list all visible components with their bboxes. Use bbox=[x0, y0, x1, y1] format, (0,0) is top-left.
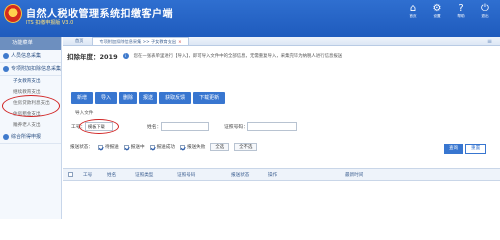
sidebar-group-special-deduction[interactable]: 专项附加扣除信息采集 bbox=[0, 63, 61, 76]
toolbar: 新增 导入 删除 报送 获取反馈 下载更新 bbox=[71, 92, 226, 104]
report-icon bbox=[3, 134, 9, 140]
status-submitting-checkbox[interactable]: 报送中 bbox=[123, 144, 145, 150]
column-name: 姓名 bbox=[107, 173, 117, 178]
get-feedback-button[interactable]: 获取反馈 bbox=[159, 92, 192, 104]
import-notice: 您在一张表单里进行【导入】，即可导入文件中的全部信息，无需重复导入，采集完毕为纳… bbox=[133, 53, 343, 59]
status-pending-checkbox[interactable]: 待报送 bbox=[97, 144, 119, 150]
settings-icon: ⚙ bbox=[432, 3, 442, 14]
exit-icon: ⏻ bbox=[481, 3, 489, 14]
search-button[interactable]: 查询 bbox=[444, 144, 464, 154]
name-field[interactable] bbox=[161, 122, 209, 131]
help-icon: ? bbox=[458, 3, 464, 14]
id-number-field[interactable] bbox=[247, 122, 297, 131]
name-label: 姓名： bbox=[147, 125, 162, 130]
status-failed-checkbox[interactable]: 报送失败 bbox=[179, 144, 205, 150]
reset-button[interactable]: 重置 bbox=[465, 144, 487, 154]
select-all-button[interactable]: 全选 bbox=[210, 143, 230, 151]
sidebar-header: 功能菜单 bbox=[0, 37, 61, 50]
sidebar-item-elderly-support[interactable]: 赡养老人支出 bbox=[0, 120, 61, 131]
app-title: 自然人税收管理系统扣缴客户端 bbox=[26, 9, 173, 20]
status-label: 报送状态： bbox=[70, 145, 93, 150]
period-row: 扣除年度：2019 i 您在一张表单里进行【导入】，即可导入文件中的全部信息，无… bbox=[63, 50, 500, 61]
highlight-oval-template bbox=[79, 119, 119, 134]
table-header: 工号 姓名 证照类型 证照号码 报送状态 操作 最新时间 bbox=[63, 168, 500, 181]
tab-bar: 首页 专项附加扣除信息采集 >> 子女教育支出 × ≡ bbox=[63, 37, 500, 46]
delete-button[interactable]: 删除 bbox=[119, 92, 138, 104]
tab-home[interactable]: 首页 bbox=[69, 37, 89, 45]
close-icon[interactable]: × bbox=[178, 39, 182, 44]
sidebar-item-child-education[interactable]: 子女教育支出 bbox=[0, 76, 61, 87]
status-filter-row: 报送状态： 待报送 报送中 报送成功 报送失败 全选 全不选 bbox=[63, 141, 500, 153]
import-button[interactable]: 导入 bbox=[95, 92, 118, 104]
help-button[interactable]: ? 帮助 bbox=[452, 3, 470, 19]
status-success-checkbox[interactable]: 报送成功 bbox=[149, 144, 175, 150]
download-update-button[interactable]: 下载更新 bbox=[193, 92, 226, 104]
id-number-label: 证照号码： bbox=[224, 125, 248, 130]
app-header: 自然人税收管理系统扣缴客户端 ITS 扣缴申报版 V3.0 ⌂ 首页 ⚙ 设置 … bbox=[0, 0, 500, 37]
tax-emblem-icon bbox=[4, 4, 22, 23]
exit-button[interactable]: ⏻ 退出 bbox=[476, 3, 494, 19]
column-status: 报送状态 bbox=[231, 173, 250, 178]
deduction-icon bbox=[3, 66, 9, 72]
import-file-option[interactable]: 导入文件 bbox=[75, 110, 93, 116]
column-id-type: 证照类型 bbox=[135, 173, 154, 178]
sidebar-group-comprehensive-income[interactable]: 综合所得申报 bbox=[0, 131, 61, 144]
settings-button[interactable]: ⚙ 设置 bbox=[428, 3, 446, 19]
home-button[interactable]: ⌂ 首页 bbox=[404, 3, 422, 19]
info-icon: i bbox=[122, 52, 129, 59]
main-panel: 首页 专项附加扣除信息采集 >> 子女教育支出 × ≡ 扣除年度：2019 i 您… bbox=[63, 37, 500, 219]
submit-button[interactable]: 报送 bbox=[139, 92, 158, 104]
select-none-button[interactable]: 全不选 bbox=[234, 143, 258, 151]
home-icon: ⌂ bbox=[409, 3, 417, 14]
sidebar-group-personnel[interactable]: 人员信息采集 bbox=[0, 50, 61, 63]
tab-menu-icon[interactable]: ≡ bbox=[487, 38, 492, 45]
deduction-year: 扣除年度：2019 bbox=[67, 52, 118, 61]
filter-row: 工号： 模板下载 姓名： 证照号码： bbox=[63, 119, 500, 134]
person-icon bbox=[3, 53, 9, 59]
select-all-rows-checkbox[interactable] bbox=[68, 172, 73, 177]
tab-child-education[interactable]: 专项附加扣除信息采集 >> 子女教育支出 × bbox=[92, 37, 189, 45]
top-actions: ⌂ 首页 ⚙ 设置 ? 帮助 ⏻ 退出 bbox=[404, 3, 494, 19]
add-button[interactable]: 新增 bbox=[71, 92, 94, 104]
column-updated-time: 最新时间 bbox=[345, 173, 364, 178]
column-work-id: 工号 bbox=[83, 173, 93, 178]
highlight-oval-sidebar bbox=[2, 95, 60, 117]
column-actions: 操作 bbox=[268, 173, 278, 178]
app-subtitle: ITS 扣缴申报版 V3.0 bbox=[26, 20, 74, 26]
column-id-number: 证照号码 bbox=[177, 173, 196, 178]
sidebar: 功能菜单 人员信息采集 专项附加扣除信息采集 子女教育支出 继续教育支出 住房贷… bbox=[0, 37, 62, 219]
